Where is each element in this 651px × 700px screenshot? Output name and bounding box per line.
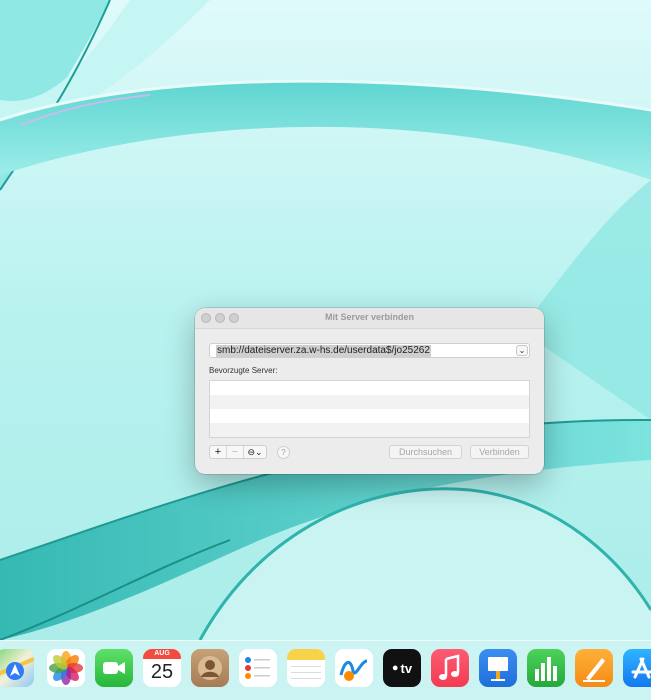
dock-item-notes[interactable]	[287, 649, 325, 687]
bar-chart-icon	[535, 657, 557, 681]
dock-item-reminders[interactable]	[239, 649, 277, 687]
dock-item-app-store[interactable]	[623, 649, 651, 687]
connect-button[interactable]: Verbinden	[470, 445, 529, 459]
favorites-toolbar: + − ⊖⌄ ?	[209, 445, 290, 459]
connect-to-server-dialog: Mit Server verbinden smb://dateiserver.z…	[195, 308, 544, 474]
address-history-dropdown[interactable]: ⌄	[516, 345, 528, 356]
calendar-day: 25	[150, 661, 174, 683]
maps-icon	[0, 657, 34, 680]
dock-item-apple-tv[interactable]: ● tv	[383, 649, 421, 687]
dock-item-calendar[interactable]: AUG 25	[143, 649, 181, 687]
list-item[interactable]	[210, 409, 529, 423]
server-address-value[interactable]: smb://dateiserver.za.w-hs.de/userdata$/j…	[216, 345, 431, 357]
dock-item-freeform[interactable]	[335, 649, 373, 687]
tv-label: tv	[400, 660, 413, 676]
dock-item-facetime[interactable]	[95, 649, 133, 687]
help-button[interactable]: ?	[277, 445, 290, 459]
facetime-icon	[103, 662, 125, 674]
favorites-segmented-control: + − ⊖⌄	[209, 445, 267, 459]
browse-button[interactable]: Durchsuchen	[389, 445, 462, 459]
dock-item-pages[interactable]	[575, 649, 613, 687]
dialog-titlebar[interactable]: Mit Server verbinden	[195, 308, 544, 329]
more-options-button[interactable]: ⊖⌄	[244, 446, 266, 458]
dock-item-numbers[interactable]	[527, 649, 565, 687]
remove-favorite-button[interactable]: −	[227, 446, 244, 458]
add-favorite-button[interactable]: +	[210, 446, 227, 458]
appstore-icon	[631, 657, 651, 679]
dock-item-photos[interactable]	[47, 649, 85, 687]
apple-logo-icon: ●	[391, 662, 399, 674]
dock-item-keynote[interactable]	[479, 649, 517, 687]
contacts-icon	[198, 656, 222, 680]
keynote-icon	[488, 657, 508, 681]
favorites-label: Bevorzugte Server:	[209, 366, 278, 375]
pen-icon	[583, 658, 605, 682]
photos-icon	[49, 651, 83, 685]
dock: AUG 25 ● tv	[0, 640, 651, 700]
music-note-icon	[439, 654, 460, 680]
list-item[interactable]	[210, 395, 529, 409]
list-item[interactable]	[210, 381, 529, 395]
dialog-title: Mit Server verbinden	[324, 312, 415, 322]
chevron-down-icon: ⌄	[518, 346, 526, 355]
dock-item-maps[interactable]	[0, 649, 34, 687]
freeform-icon	[339, 659, 368, 681]
list-item[interactable]	[210, 423, 529, 437]
favorite-servers-list[interactable]	[209, 380, 530, 438]
notes-icon	[287, 649, 325, 679]
dock-item-music[interactable]	[431, 649, 469, 687]
server-address-field[interactable]: smb://dateiserver.za.w-hs.de/userdata$/j…	[209, 343, 530, 358]
reminders-icon	[245, 657, 270, 679]
dock-item-contacts[interactable]	[191, 649, 229, 687]
calendar-month: AUG	[143, 649, 181, 659]
